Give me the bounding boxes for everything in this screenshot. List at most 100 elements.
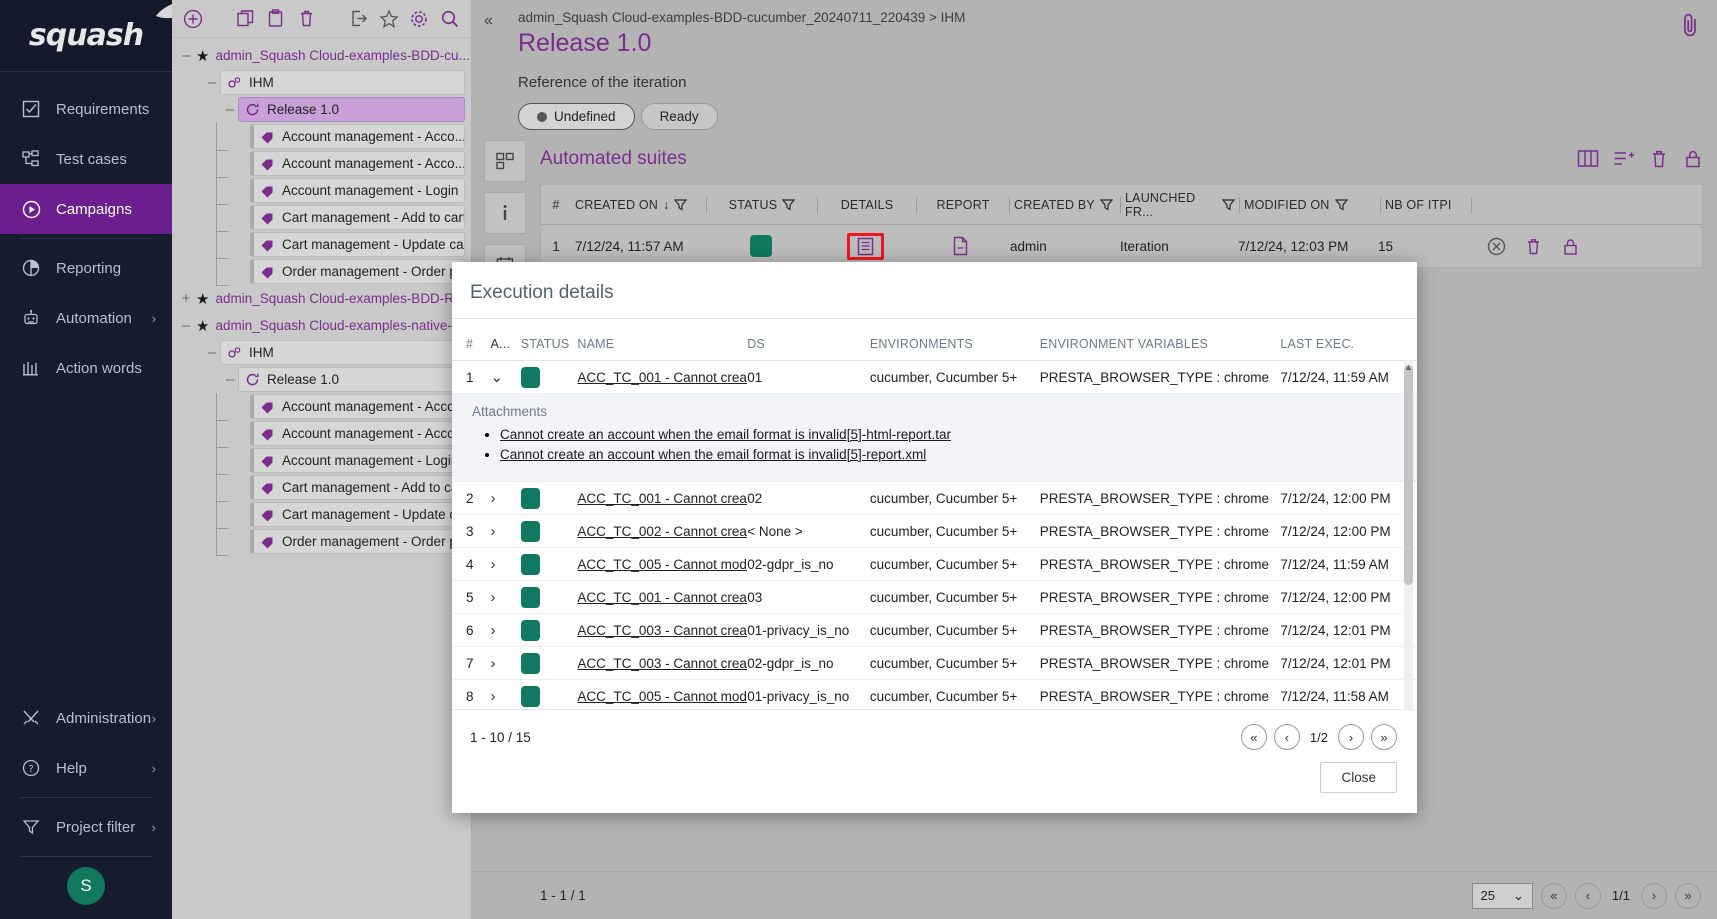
cell-name[interactable]: ACC_TC_003 - Cannot create ... — [577, 623, 747, 638]
accordion-expand-icon[interactable]: › — [491, 523, 521, 540]
accordion-expand-icon[interactable]: › — [491, 622, 521, 639]
rail-info-icon[interactable] — [484, 192, 526, 234]
tree-node-box-selected[interactable]: Release 1.0 — [238, 97, 465, 122]
tree-leaf-box[interactable]: Account management - Acco... — [250, 421, 465, 446]
accordion-expand-icon[interactable]: › — [491, 688, 521, 705]
tree-leaf[interactable]: Order management - Order pl... — [172, 257, 471, 286]
column-header-status[interactable]: STATUS — [707, 198, 817, 212]
tree-node-project[interactable]: – IHM — [172, 339, 471, 366]
tree-node-root[interactable]: – ★ admin_Squash Cloud-examples-BDD-cu..… — [172, 42, 471, 69]
sidebar-item-test-cases[interactable]: Test cases — [0, 134, 172, 184]
tree-leaf[interactable]: Cart management - Add to cart — [172, 473, 471, 502]
attachment-link[interactable]: Cannot create an account when the email … — [500, 447, 926, 462]
tree-node-project[interactable]: – IHM — [172, 69, 471, 96]
last-page-button[interactable]: » — [1675, 882, 1701, 909]
cancel-icon[interactable] — [1487, 237, 1506, 256]
scroll-up-icon[interactable]: ▲ — [1403, 361, 1414, 372]
tree-leaf-box[interactable]: Cart management - Update cart — [250, 502, 465, 527]
tree-leaf[interactable]: Account management - Login — [172, 446, 471, 475]
tree-leaf-box[interactable]: Cart management - Add to cart — [250, 205, 465, 230]
collapse-toggle-icon[interactable]: – — [204, 74, 220, 91]
test-case-link[interactable]: ACC_TC_005 - Cannot modify_... — [577, 689, 747, 704]
tree-leaf[interactable]: Cart management - Update cart — [172, 500, 471, 529]
tree-node-box[interactable]: IHM — [220, 340, 465, 365]
collapse-toggle-icon[interactable]: – — [178, 47, 194, 64]
sidebar-item-automation[interactable]: Automation › — [0, 293, 172, 343]
lock-icon[interactable] — [1683, 149, 1703, 169]
modal-table-row[interactable]: 6 › ACC_TC_003 - Cannot create ... 01-pr… — [452, 614, 1417, 647]
modal-last-page-button[interactable]: » — [1371, 724, 1397, 750]
prev-page-button[interactable]: ‹ — [1574, 882, 1601, 909]
tree-node-iteration[interactable]: – Release 1.0 — [172, 96, 471, 123]
sidebar-item-project-filter[interactable]: Project filter › — [0, 802, 172, 852]
sidebar-item-help[interactable]: ? Help › — [0, 743, 172, 793]
tree-leaf-box[interactable]: Account management - Acco... — [250, 124, 465, 149]
test-case-link[interactable]: ACC_TC_001 - Cannot create ... — [577, 370, 747, 385]
close-button[interactable]: Close — [1320, 762, 1397, 793]
cell-details[interactable] — [816, 232, 914, 260]
trash-icon[interactable] — [293, 5, 319, 33]
filter-icon[interactable] — [674, 198, 688, 211]
plus-circle-icon[interactable] — [180, 5, 206, 33]
star-icon[interactable] — [376, 5, 402, 33]
sidebar-item-campaigns[interactable]: Campaigns — [0, 184, 172, 234]
collapse-toggle-icon[interactable]: – — [222, 371, 238, 388]
sidebar-item-action-words[interactable]: Action words — [0, 343, 172, 393]
test-case-link[interactable]: ACC_TC_005 - Cannot modify_... — [577, 557, 747, 572]
modal-prev-page-button[interactable]: ‹ — [1273, 724, 1300, 750]
sort-desc-icon[interactable]: ↓ — [663, 198, 669, 212]
accordion-expand-icon[interactable]: › — [491, 655, 521, 672]
app-logo[interactable]: squash — [0, 0, 200, 72]
user-avatar[interactable]: S — [67, 867, 105, 905]
tree-leaf-box[interactable]: Order management - Order pl... — [250, 259, 465, 284]
column-header-created-on[interactable]: CREATED ON ↓ — [571, 198, 706, 212]
tree-node-box[interactable]: Release 1.0 — [238, 367, 465, 392]
tree-leaf-box[interactable]: Account management - Login — [250, 448, 465, 473]
tree-node-box[interactable]: IHM — [220, 70, 465, 95]
rail-dashboard-icon[interactable] — [484, 140, 526, 182]
page-size-select[interactable]: 25 ⌄ — [1471, 882, 1533, 909]
filter-icon[interactable] — [1099, 198, 1113, 211]
collapse-toggle-icon[interactable]: – — [222, 101, 238, 118]
column-header-created-by[interactable]: CREATED BY — [1010, 198, 1120, 212]
tree-node-iteration[interactable]: – Release 1.0 — [172, 366, 471, 393]
trash-icon[interactable] — [1524, 237, 1543, 256]
tree-leaf[interactable]: Account management - Acco... — [172, 122, 471, 151]
modal-scrollbar-thumb[interactable] — [1404, 365, 1413, 585]
search-icon[interactable] — [437, 5, 463, 33]
cell-name[interactable]: ACC_TC_005 - Cannot modify_... — [577, 557, 747, 572]
copy-icon[interactable] — [232, 5, 258, 33]
filter-icon[interactable] — [782, 198, 796, 211]
tree-leaf-box[interactable]: Cart management - Update cart — [250, 232, 465, 257]
sidebar-item-reporting[interactable]: Reporting — [0, 243, 172, 293]
test-case-link[interactable]: ACC_TC_001 - Cannot create ... — [577, 590, 747, 605]
filter-icon[interactable] — [1334, 198, 1348, 211]
test-case-link[interactable]: ACC_TC_001 - Cannot create ... — [577, 491, 747, 506]
tree-leaf[interactable]: Cart management - Add to cart — [172, 203, 471, 232]
accordion-expand-icon[interactable]: › — [491, 490, 521, 507]
next-page-button[interactable]: › — [1641, 882, 1667, 909]
paste-icon[interactable] — [263, 5, 289, 33]
tree-leaf[interactable]: Cart management - Update cart — [172, 230, 471, 259]
lock-icon[interactable] — [1561, 237, 1580, 256]
attachment-list-item[interactable]: Cannot create an account when the email … — [500, 447, 1403, 462]
collapse-toggle-icon[interactable]: – — [178, 317, 194, 334]
gear-icon[interactable] — [406, 5, 432, 33]
tree-leaf[interactable]: Account management - Acco... — [172, 149, 471, 178]
tree-leaf[interactable]: Account management - Login — [172, 176, 471, 205]
tree-leaf-box[interactable]: Cart management - Add to cart — [250, 475, 465, 500]
modal-table-row[interactable]: 2 › ACC_TC_001 - Cannot create ... 02 cu… — [452, 482, 1417, 515]
cell-name[interactable]: ACC_TC_005 - Cannot modify_... — [577, 689, 747, 704]
cell-name[interactable]: ACC_TC_003 - Cannot create ... — [577, 656, 747, 671]
collapse-toggle-icon[interactable]: – — [204, 344, 220, 361]
cell-report[interactable] — [914, 236, 1006, 256]
tree-leaf[interactable]: Account management - Acco... — [172, 419, 471, 448]
test-case-link[interactable]: ACC_TC_003 - Cannot create ... — [577, 623, 747, 638]
modal-first-page-button[interactable]: « — [1240, 724, 1267, 750]
tree-leaf[interactable]: Order management - Order pl... — [172, 527, 471, 556]
first-page-button[interactable]: « — [1540, 882, 1567, 909]
cell-name[interactable]: ACC_TC_002 - Cannot create ... — [577, 524, 747, 539]
column-header-launched-from[interactable]: LAUNCHED FR... — [1121, 191, 1239, 219]
export-icon[interactable] — [346, 5, 372, 33]
accordion-collapse-icon[interactable]: ⌄ — [491, 368, 521, 386]
